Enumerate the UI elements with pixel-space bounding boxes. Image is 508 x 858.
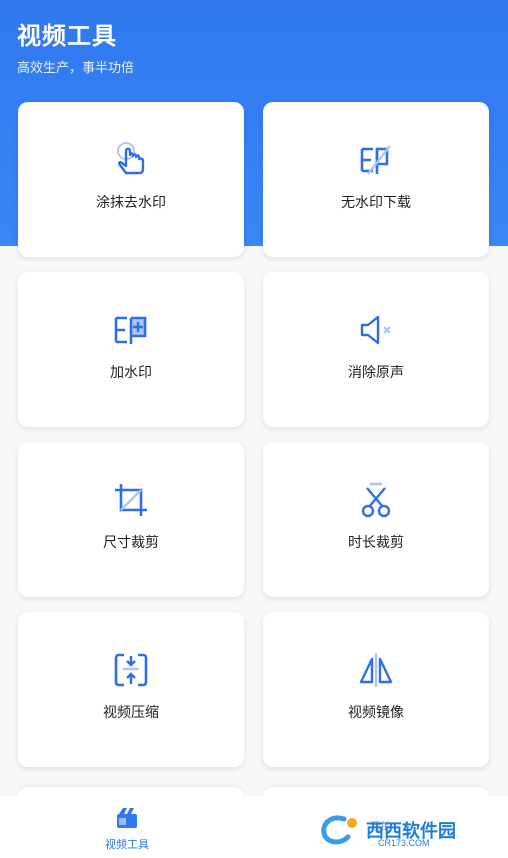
tab-label: 视频工具 [105,838,149,851]
tool-card-add-watermark[interactable]: 加水印 [18,272,244,427]
tool-label: 加水印 [110,365,152,381]
compress-icon [114,653,148,687]
add-watermark-icon [114,316,147,344]
tool-label: 无水印下载 [341,195,411,211]
tool-label: 时长裁剪 [348,535,404,551]
tool-card-video-compress[interactable]: 视频压缩 [18,612,244,767]
crop-icon [115,484,147,516]
tool-label: 涂抹去水印 [96,195,166,211]
tool-card-video-mirror[interactable]: 视频镜像 [263,612,489,767]
mirror-icon [359,653,393,687]
video-tools-icon [117,808,137,828]
tool-label: 视频镜像 [348,705,404,721]
tool-label: 视频压缩 [103,705,159,721]
hand-pointer-icon [117,142,145,175]
scissors-icon [361,482,391,518]
mute-icon [360,315,391,345]
tool-label: 消除原声 [348,365,404,381]
tool-card-duration-trim[interactable]: 时长裁剪 [263,442,489,597]
tool-card-remove-audio[interactable]: 消除原声 [263,272,489,427]
tool-card-size-crop[interactable]: 尺寸裁剪 [18,442,244,597]
watermark-sub: CR173.COM [378,838,430,848]
no-watermark-icon [360,145,391,175]
tool-card-smear-remove-watermark[interactable]: 涂抹去水印 [18,102,244,257]
tool-grid: 涂抹去水印 无水印下载 加水印 消除原声 尺寸裁剪 时长裁剪 视频压缩 视频镜像 [0,0,508,858]
tool-label: 尺寸裁剪 [103,535,159,551]
tool-card-no-watermark-download[interactable]: 无水印下载 [263,102,489,257]
watermark-logo-icon [321,815,357,845]
site-watermark: 西西软件园 CR173.COM [318,810,456,850]
tab-video-tools[interactable]: 视频工具 [0,796,254,858]
